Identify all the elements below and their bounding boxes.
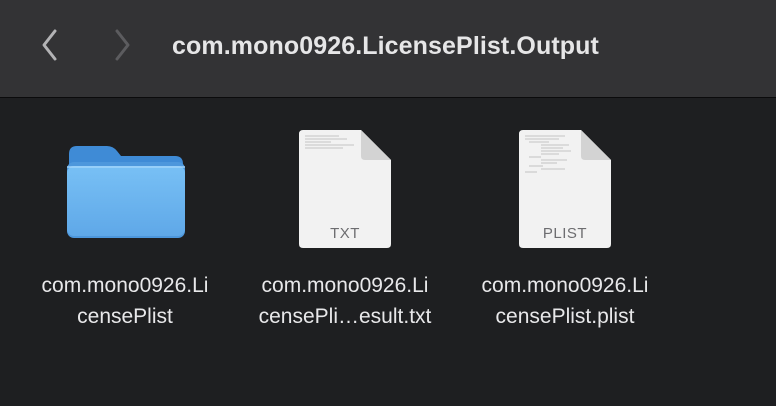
folder-icon-box (20, 122, 230, 250)
plist-name-line2: censePlist.plist (495, 305, 635, 328)
plist-name-line1: com.mono0926.Li (481, 274, 649, 297)
chevron-left-icon (42, 29, 57, 61)
txt-name-line1: com.mono0926.Li (261, 274, 429, 297)
back-button[interactable] (28, 22, 72, 68)
forward-button[interactable] (100, 22, 144, 68)
plist-item-label: com.mono0926.Li censePlist.plist (460, 270, 670, 332)
plist-badge: PLIST (542, 225, 588, 242)
folder-item[interactable]: com.mono0926.Li censePlist (20, 122, 230, 362)
folder-icon (67, 146, 185, 238)
folder-item-label: com.mono0926.Li censePlist (20, 270, 230, 332)
toolbar: com.mono0926.LicensePlist.Output (0, 0, 776, 98)
txt-icon-box: TXT (240, 122, 450, 250)
window-title: com.mono0926.LicensePlist.Output (172, 32, 599, 60)
plist-file-item[interactable]: PLIST com.mono0926.Li censePlist.plist (460, 122, 670, 362)
folder-name-line1: com.mono0926.Li (41, 274, 209, 297)
txt-badge: TXT (330, 225, 360, 242)
file-browser-area: com.mono0926.Li censePlist TXT com.mono0… (0, 98, 776, 406)
folder-name-line2: censePlist (77, 305, 173, 328)
plist-icon-box: PLIST (460, 122, 670, 250)
chevron-right-icon (115, 29, 130, 61)
txt-name-line2: censePli…esult.txt (258, 305, 432, 328)
txt-item-label: com.mono0926.Li censePli…esult.txt (240, 270, 450, 332)
finder-window: com.mono0926.LicensePlist.Output com.mon… (0, 0, 776, 406)
txt-file-item[interactable]: TXT com.mono0926.Li censePli…esult.txt (240, 122, 450, 362)
